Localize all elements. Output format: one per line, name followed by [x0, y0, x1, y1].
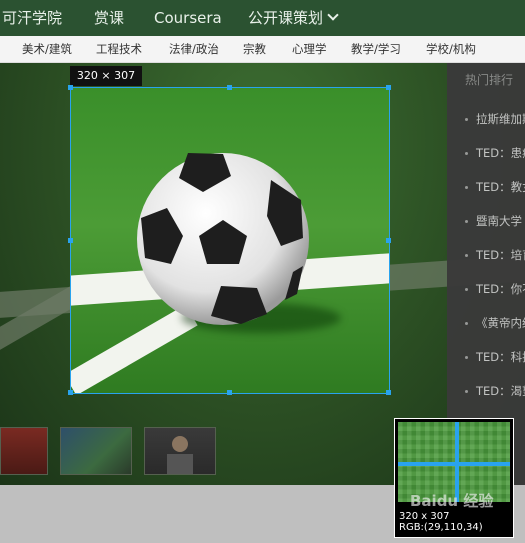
- bullet-icon: [465, 322, 468, 325]
- thumbnail-2[interactable]: [60, 427, 132, 475]
- person-thumbnail-icon: [167, 436, 193, 474]
- crosshair-horizontal: [398, 462, 510, 466]
- bullet-icon: [465, 152, 468, 155]
- category-teaching-learning[interactable]: 教学/学习: [351, 36, 401, 62]
- bullet-icon: [465, 390, 468, 393]
- resize-handle-top-left[interactable]: [68, 85, 73, 90]
- category-schools[interactable]: 学校/机构: [426, 36, 476, 62]
- category-law-politics[interactable]: 法律/政治: [169, 36, 219, 62]
- resize-handle-top[interactable]: [227, 85, 232, 90]
- resize-handle-top-right[interactable]: [386, 85, 391, 90]
- selection-size-label: 320 × 307: [70, 66, 142, 86]
- bullet-icon: [465, 288, 468, 291]
- ranking-title: 热门排行: [465, 73, 514, 87]
- resize-handle-right[interactable]: [386, 238, 391, 243]
- ranking-item[interactable]: TED：渴望: [465, 383, 525, 399]
- category-psychology[interactable]: 心理学: [292, 36, 327, 62]
- nav-coursera[interactable]: Coursera: [154, 0, 222, 36]
- magnifier-size-text: 320 x 307: [399, 511, 450, 522]
- ranking-item[interactable]: 拉斯维加斯: [465, 111, 525, 127]
- top-navigation: 可汗学院 赏课 Coursera 公开课策划: [0, 0, 525, 36]
- category-religion[interactable]: 宗教: [243, 36, 266, 62]
- ranking-item[interactable]: TED：教女: [465, 179, 525, 195]
- ranking-item[interactable]: TED：患癌: [465, 145, 525, 161]
- thumbnail-3[interactable]: [144, 427, 216, 475]
- magnifier-rgb-text: RGB:(29,110,34): [399, 522, 483, 533]
- bullet-icon: [465, 118, 468, 121]
- nav-shangke[interactable]: 赏课: [94, 0, 124, 36]
- ranking-item[interactable]: TED：科技: [465, 349, 525, 365]
- baidu-watermark: Baidu 经验: [410, 492, 494, 510]
- bullet-icon: [465, 356, 468, 359]
- bullet-icon: [465, 254, 468, 257]
- nav-khan-academy[interactable]: 可汗学院: [2, 0, 62, 36]
- bullet-icon: [465, 186, 468, 189]
- resize-handle-bottom-right[interactable]: [386, 390, 391, 395]
- category-engineering[interactable]: 工程技术: [96, 36, 142, 62]
- category-bar: 美术/建筑 工程技术 法律/政治 宗教 心理学 教学/学习 学校/机构: [0, 36, 525, 63]
- bullet-icon: [465, 220, 468, 223]
- ranking-item[interactable]: TED：你不: [465, 281, 525, 297]
- chevron-down-icon: [327, 9, 339, 21]
- nav-open-course-plan-label: 公开课策划: [248, 9, 324, 27]
- thumbnail-1[interactable]: [0, 427, 48, 475]
- ranking-item[interactable]: 《黄帝内经: [465, 315, 525, 331]
- capture-selection[interactable]: [70, 87, 390, 394]
- resize-handle-bottom-left[interactable]: [68, 390, 73, 395]
- magnifier-preview: 320 x 307 RGB:(29,110,34): [394, 418, 514, 538]
- resize-handle-bottom[interactable]: [227, 390, 232, 395]
- nav-open-course-plan[interactable]: 公开课策划: [248, 0, 339, 36]
- soccer-ball-icon: [137, 153, 309, 325]
- ranking-item[interactable]: TED：培育: [465, 247, 525, 263]
- ranking-item[interactable]: 暨南大学: [465, 213, 522, 229]
- category-art-architecture[interactable]: 美术/建筑: [22, 36, 72, 62]
- resize-handle-left[interactable]: [68, 238, 73, 243]
